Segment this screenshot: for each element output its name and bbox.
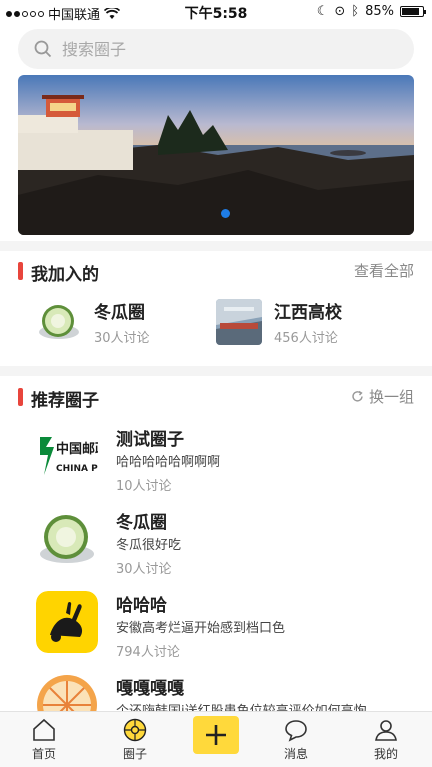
joined-item-count: 30人讨论 bbox=[94, 331, 150, 346]
refresh-icon bbox=[352, 390, 363, 402]
refresh-button[interactable]: 换一组 bbox=[351, 386, 414, 407]
banner-carousel[interactable] bbox=[18, 75, 414, 235]
joined-item[interactable]: 冬瓜圈 30人讨论 bbox=[36, 298, 150, 346]
section-divider bbox=[0, 366, 432, 376]
recommended-item-desc: 哈哈哈哈哈啊啊啊 bbox=[116, 455, 221, 470]
svg-text:CHINA POST: CHINA POST bbox=[56, 464, 98, 474]
joined-item-name: 江西高校 bbox=[274, 303, 342, 323]
joined-item-count: 456人讨论 bbox=[274, 331, 338, 346]
chat-icon bbox=[285, 720, 307, 742]
recommended-section-header: 推荐圈子 换一组 bbox=[0, 384, 432, 414]
tab-label: 首页 bbox=[31, 747, 56, 761]
search-bar[interactable] bbox=[18, 29, 414, 69]
tab-home[interactable]: 首页 bbox=[14, 717, 74, 762]
recommended-title: 推荐圈子 bbox=[31, 391, 99, 411]
tab-profile[interactable]: 我的 bbox=[356, 717, 416, 762]
joined-title: 我加入的 bbox=[31, 265, 99, 285]
view-all-link[interactable]: 查看全部 bbox=[354, 260, 414, 281]
plus-icon bbox=[206, 725, 226, 745]
recommended-item-name: 冬瓜圈 bbox=[116, 513, 167, 533]
winter-melon-image bbox=[36, 299, 82, 345]
rabbit-app-icon bbox=[36, 591, 98, 653]
banner-image bbox=[18, 75, 414, 235]
status-bar: 中国联通 下午5:58 ☾ ⊙ ᛒ 85% bbox=[0, 0, 432, 24]
recommended-item-count: 30人讨论 bbox=[116, 562, 172, 577]
recommended-item-count: 794人讨论 bbox=[116, 645, 180, 660]
refresh-label: 换一组 bbox=[368, 388, 414, 406]
joined-list: 冬瓜圈 30人讨论 江西高校 456人讨论 bbox=[0, 298, 432, 358]
tab-messages[interactable]: 消息 bbox=[266, 717, 326, 762]
carousel-indicator-dot[interactable] bbox=[221, 209, 230, 218]
tab-label: 我的 bbox=[373, 747, 398, 761]
recommended-item-desc: 安徽高考烂逼开始感到档口色 bbox=[116, 621, 286, 636]
bluetooth-icon: ᛒ bbox=[351, 4, 360, 19]
china-post-logo: 中国邮政 CHINA POST bbox=[36, 425, 98, 487]
moon-icon: ☾ bbox=[316, 4, 329, 19]
battery-icon bbox=[400, 6, 426, 17]
recommended-item-name: 哈哈哈 bbox=[116, 596, 167, 616]
circle-icon bbox=[123, 718, 147, 742]
winter-melon-image bbox=[36, 508, 98, 570]
recommended-item[interactable]: 中国邮政 CHINA POST 测试圈子 哈哈哈哈哈啊啊啊 10人讨论 bbox=[0, 425, 432, 505]
search-input[interactable] bbox=[62, 39, 362, 59]
recommended-item-name: 测试圈子 bbox=[116, 430, 184, 450]
station-image bbox=[216, 299, 262, 345]
search-icon bbox=[34, 40, 52, 58]
profile-icon bbox=[375, 720, 397, 741]
joined-item[interactable]: 江西高校 456人讨论 bbox=[216, 298, 342, 346]
tab-label: 圈子 bbox=[122, 747, 147, 761]
recommended-item-desc: 冬瓜很好吃 bbox=[116, 538, 182, 553]
joined-section-header: 我加入的 查看全部 bbox=[0, 258, 432, 288]
joined-item-name: 冬瓜圈 bbox=[94, 303, 145, 323]
rotation-lock-icon: ⊙ bbox=[334, 4, 346, 19]
recommended-item[interactable]: 冬瓜圈 冬瓜很好吃 30人讨论 bbox=[0, 508, 432, 588]
bottom-tab-bar: 首页 圈子 消息 我的 bbox=[0, 711, 432, 767]
tab-create[interactable] bbox=[186, 716, 246, 754]
section-accent-bar bbox=[18, 262, 23, 280]
home-icon bbox=[33, 718, 55, 741]
recommended-item[interactable]: 哈哈哈 安徽高考烂逼开始感到档口色 794人讨论 bbox=[0, 591, 432, 671]
recommended-item-name: 嘎嘎嘎嘎 bbox=[116, 679, 184, 699]
section-divider bbox=[0, 241, 432, 251]
recommended-item-count: 10人讨论 bbox=[116, 479, 172, 494]
section-accent-bar bbox=[18, 388, 23, 406]
svg-text:中国邮政: 中国邮政 bbox=[56, 441, 98, 457]
tab-label: 消息 bbox=[283, 747, 308, 761]
battery-percent: 85% bbox=[365, 4, 394, 19]
tab-circles[interactable]: 圈子 bbox=[105, 717, 165, 762]
